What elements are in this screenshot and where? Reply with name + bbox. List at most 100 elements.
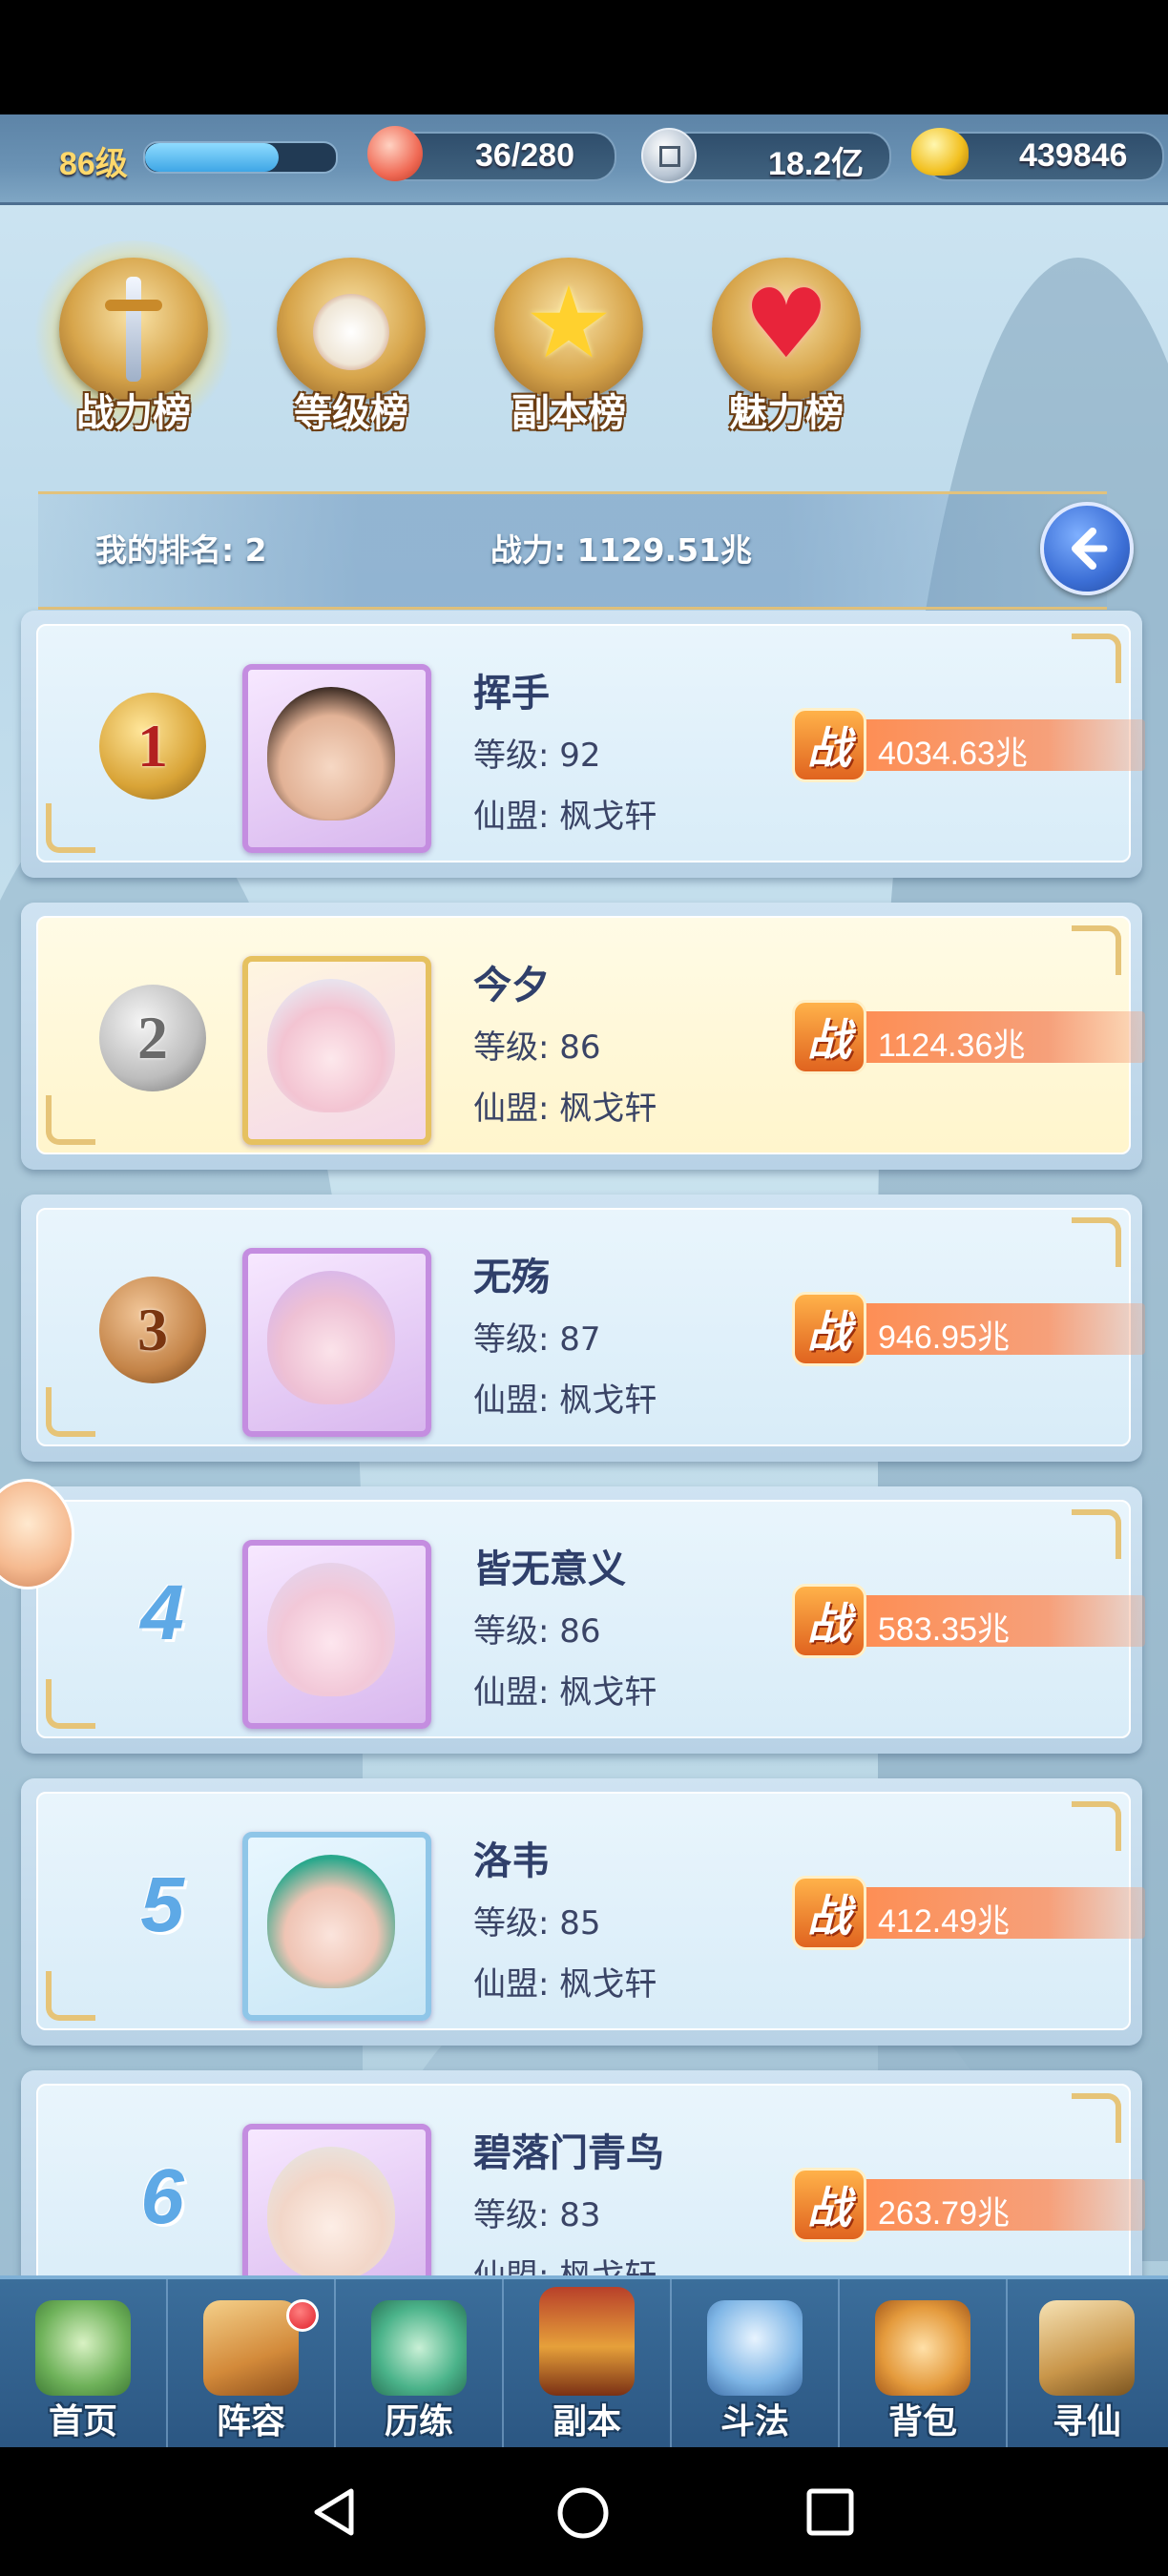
game-screen: 86级 36/280 18.2亿 439846 战力榜 等级榜 ★ 副本榜 ♥ … bbox=[0, 114, 1168, 2447]
gold-medal-icon: 1 bbox=[99, 693, 206, 800]
card-body: 2 今夕 等级: 86 仙盟: 枫戈轩 战 1124.36兆 bbox=[36, 916, 1145, 1154]
avatar[interactable] bbox=[242, 1248, 431, 1437]
nav-home[interactable]: 首页 bbox=[0, 2279, 168, 2451]
sword-badge-icon bbox=[59, 258, 208, 401]
avatar[interactable] bbox=[242, 1540, 431, 1729]
bronze-medal-icon: 3 bbox=[99, 1277, 206, 1383]
peach-icon bbox=[367, 126, 423, 181]
tab-label: 战力榜 bbox=[76, 391, 191, 435]
tab-combat-power[interactable]: 战力榜 bbox=[29, 240, 239, 439]
battle-icon: 战 bbox=[792, 1000, 866, 1074]
battle-icon: 战 bbox=[792, 708, 866, 782]
nav-label: 首页 bbox=[48, 2402, 117, 2441]
back-triangle-icon[interactable] bbox=[305, 2483, 363, 2541]
tab-charm[interactable]: ♥ 魅力榜 bbox=[691, 248, 882, 439]
tab-label: 副本榜 bbox=[511, 391, 626, 435]
nav-label: 副本 bbox=[552, 2402, 621, 2441]
my-rank-bar: 我的排名: 2 战力: 1129.51兆 bbox=[38, 491, 1107, 610]
gourd-icon bbox=[371, 2300, 467, 2396]
nav-label: 寻仙 bbox=[1052, 2402, 1121, 2441]
bottom-nav: 首页 阵容 历练 副本 斗法 背包 寻仙 bbox=[0, 2275, 1168, 2451]
battle-icon: 战 bbox=[792, 1876, 866, 1950]
ranking-row-self[interactable]: 2 今夕 等级: 86 仙盟: 枫戈轩 战 1124.36兆 bbox=[21, 903, 1145, 1170]
battle-icon: 战 bbox=[792, 1292, 866, 1366]
ranking-row[interactable]: 1 挥手 等级: 92 仙盟: 枫戈轩 战 4034.63兆 bbox=[21, 611, 1145, 878]
nav-bag[interactable]: 背包 bbox=[840, 2279, 1008, 2451]
avatar-face bbox=[267, 1563, 395, 1696]
home-circle-icon[interactable] bbox=[553, 2483, 613, 2543]
tab-label: 等级榜 bbox=[294, 391, 408, 435]
player-name: 挥手 bbox=[473, 672, 550, 716]
nav-seek-immortal[interactable]: 寻仙 bbox=[1004, 2279, 1168, 2451]
avatar[interactable] bbox=[242, 664, 431, 853]
corner-ornament bbox=[1072, 2093, 1121, 2143]
cards-icon bbox=[203, 2300, 299, 2396]
exp-bar bbox=[143, 141, 338, 174]
ranking-row[interactable]: 5 洛韦 等级: 85 仙盟: 枫戈轩 战 412.49兆 bbox=[21, 1778, 1145, 2046]
rank-number: 6 bbox=[140, 2153, 184, 2240]
status-bar bbox=[0, 0, 1168, 114]
corner-ornament bbox=[46, 1679, 95, 1729]
corner-ornament bbox=[46, 1387, 95, 1437]
nav-duel[interactable]: 斗法 bbox=[672, 2279, 840, 2451]
player-level: 等级: 87 bbox=[473, 1320, 601, 1359]
coin-icon bbox=[641, 128, 697, 183]
power-value: 583.35兆 bbox=[878, 1611, 1010, 1648]
corner-ornament bbox=[46, 803, 95, 853]
nav-label: 斗法 bbox=[720, 2402, 789, 2441]
silver-medal-icon: 2 bbox=[99, 985, 206, 1091]
crossed-swords-icon bbox=[707, 2300, 803, 2396]
heart-badge-icon: ♥ bbox=[712, 258, 861, 401]
battle-icon: 战 bbox=[792, 2168, 866, 2242]
corner-ornament bbox=[1072, 1801, 1121, 1851]
battle-icon: 战 bbox=[792, 1584, 866, 1658]
corner-ornament bbox=[1072, 925, 1121, 975]
player-guild: 仙盟: 枫戈轩 bbox=[473, 1381, 657, 1420]
nav-label: 历练 bbox=[384, 2402, 453, 2441]
my-power-label: 战力: 1129.51兆 bbox=[490, 531, 752, 569]
avatar-face bbox=[267, 979, 395, 1112]
nav-training[interactable]: 历练 bbox=[336, 2279, 504, 2451]
gold-ingot-icon bbox=[911, 128, 969, 176]
corner-ornament bbox=[1072, 1509, 1121, 1559]
nav-label: 阵容 bbox=[216, 2402, 285, 2441]
star-badge-icon: ★ bbox=[494, 258, 643, 401]
system-nav-bar bbox=[0, 2447, 1168, 2576]
recents-square-icon[interactable] bbox=[803, 2485, 857, 2539]
back-button[interactable] bbox=[1040, 502, 1134, 595]
tab-level[interactable]: 等级榜 bbox=[256, 248, 447, 439]
my-rank-label: 我的排名: 2 bbox=[95, 531, 267, 569]
card-body: 4 皆无意义 等级: 86 仙盟: 枫戈轩 战 583.35兆 bbox=[36, 1500, 1145, 1738]
player-level: 等级: 85 bbox=[473, 1904, 601, 1942]
nav-label: 背包 bbox=[887, 2402, 957, 2441]
tab-dungeon[interactable]: ★ 副本榜 bbox=[473, 248, 664, 439]
player-name: 碧落门青鸟 bbox=[473, 2131, 664, 2175]
corner-ornament bbox=[1072, 634, 1121, 683]
player-level: 86级 bbox=[59, 146, 128, 182]
corner-ornament bbox=[46, 1095, 95, 1145]
ranking-row[interactable]: 4 皆无意义 等级: 86 仙盟: 枫戈轩 战 583.35兆 bbox=[21, 1486, 1145, 1754]
player-name: 今夕 bbox=[473, 964, 550, 1008]
card-body: 3 无殇 等级: 87 仙盟: 枫戈轩 战 946.95兆 bbox=[36, 1208, 1145, 1446]
avatar-face bbox=[267, 1271, 395, 1404]
gold-value: 439846 bbox=[1019, 137, 1128, 174]
player-name: 无殇 bbox=[473, 1256, 550, 1299]
power-value: 1124.36兆 bbox=[878, 1028, 1026, 1064]
power-value: 263.79兆 bbox=[878, 2195, 1010, 2232]
resource-bar: 86级 36/280 18.2亿 439846 bbox=[0, 114, 1168, 205]
avatar[interactable] bbox=[242, 1832, 431, 2021]
power-value: 946.95兆 bbox=[878, 1319, 1010, 1356]
nav-dungeon[interactable]: 副本 bbox=[504, 2279, 672, 2451]
chevron-left-icon bbox=[1072, 528, 1108, 570]
player-level: 等级: 92 bbox=[473, 737, 601, 775]
card-body: 5 洛韦 等级: 85 仙盟: 枫戈轩 战 412.49兆 bbox=[36, 1792, 1145, 2030]
silver-value: 18.2亿 bbox=[768, 146, 865, 182]
player-guild: 仙盟: 枫戈轩 bbox=[473, 1965, 657, 2004]
player-guild: 仙盟: 枫戈轩 bbox=[473, 1673, 657, 1712]
player-name: 洛韦 bbox=[473, 1839, 550, 1883]
home-island-icon bbox=[35, 2300, 131, 2396]
player-guild: 仙盟: 枫戈轩 bbox=[473, 798, 657, 836]
avatar[interactable] bbox=[242, 956, 431, 1145]
ranking-row[interactable]: 3 无殇 等级: 87 仙盟: 枫戈轩 战 946.95兆 bbox=[21, 1195, 1145, 1462]
player-level: 等级: 83 bbox=[473, 2196, 601, 2234]
